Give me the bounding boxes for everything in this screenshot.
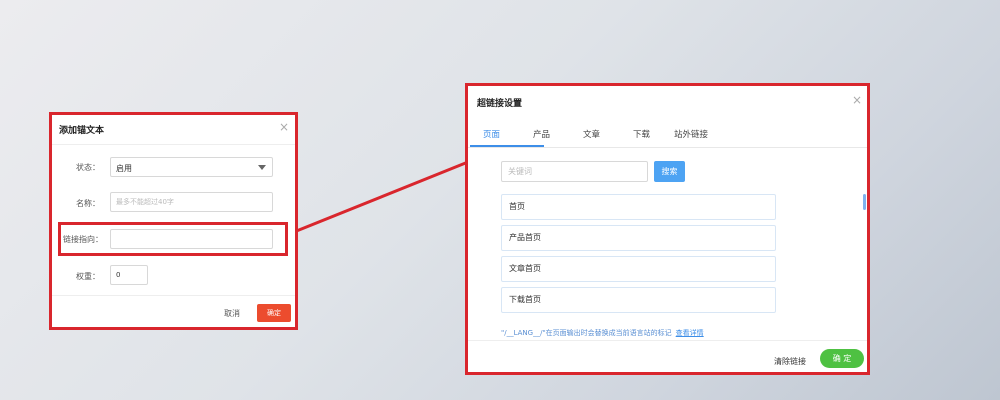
anchor-text-dialog: 添加锚文本 × 状态： 启用 名称： 链接指向： 权重： 取消 确定 [49,112,298,330]
search-button[interactable]: 搜索 [654,161,685,182]
keyword-input[interactable] [501,161,648,182]
confirm-button[interactable]: 确 定 [820,349,864,368]
name-input[interactable] [110,192,273,212]
footer-divider [52,295,295,296]
tab-external-links[interactable]: 站外链接 [674,128,708,140]
tab-bar: 页面 产品 文章 下载 站外链接 [468,118,867,148]
footer-divider [468,340,867,341]
status-label: 状态： [76,163,100,172]
status-select[interactable]: 启用 [110,157,273,177]
status-value: 启用 [116,164,132,173]
cancel-button[interactable]: 取消 [224,308,240,319]
anchor-dialog-title: 添加锚文本 [59,126,105,136]
link-label: 链接指向： [63,235,103,244]
list-item[interactable]: 首页 [501,194,776,220]
list-item[interactable]: 产品首页 [501,225,776,251]
close-icon[interactable]: × [852,93,862,107]
name-label: 名称： [76,199,100,208]
weight-input[interactable] [110,265,148,285]
clear-link-button[interactable]: 清除链接 [774,356,806,367]
tab-pages[interactable]: 页面 [483,128,500,140]
hyperlink-dialog-title: 超链接设置 [477,99,523,109]
active-tab-indicator [470,145,544,147]
chevron-down-icon [258,165,266,170]
tab-products[interactable]: 产品 [533,128,550,140]
list-item[interactable]: 下载首页 [501,287,776,313]
weight-label: 权重： [76,272,100,281]
title-divider [52,144,295,145]
close-icon[interactable]: × [279,120,289,134]
list-item[interactable]: 文章首页 [501,256,776,282]
tab-articles[interactable]: 文章 [583,128,600,140]
confirm-button[interactable]: 确定 [257,304,291,322]
hint-text: "/__LANG__/"在页面输出时会替换成当前语言站的标记 [501,329,672,337]
scrollbar[interactable] [863,194,866,210]
language-hint: "/__LANG__/"在页面输出时会替换成当前语言站的标记 查看详情 [501,328,704,338]
tab-downloads[interactable]: 下载 [633,128,650,140]
view-details-link[interactable]: 查看详情 [676,329,704,337]
hyperlink-settings-dialog: 超链接设置 × 页面 产品 文章 下载 站外链接 搜索 首页 产品首页 文章首页… [465,83,870,375]
link-input[interactable] [110,229,273,249]
